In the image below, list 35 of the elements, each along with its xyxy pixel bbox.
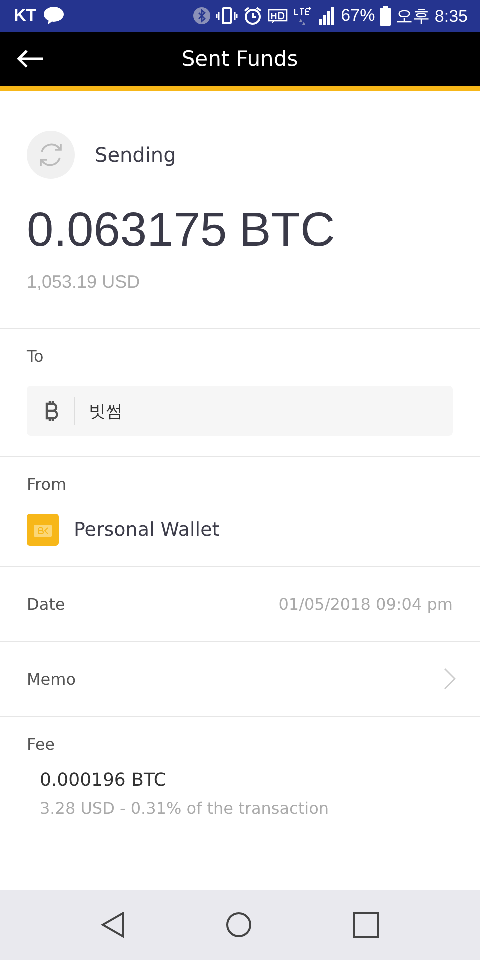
wallet-name: Personal Wallet — [74, 519, 220, 541]
chat-bubble-icon — [42, 6, 65, 26]
amount-value: 0.063175 — [27, 203, 228, 258]
vibrate-icon — [216, 7, 238, 25]
fee-amount: 0.000196 BTC — [40, 770, 168, 791]
triangle-back-icon — [100, 912, 125, 938]
clock: 오후 8:35 — [396, 6, 468, 28]
row-label: Date — [27, 594, 66, 614]
square-recents-icon — [353, 912, 380, 938]
bitcoin-icon — [44, 400, 60, 422]
section-label: To — [27, 347, 45, 366]
screen-title: Sent Funds — [180, 47, 300, 71]
signal-icon — [318, 6, 336, 26]
bluetooth-icon — [193, 7, 212, 25]
alarm-icon — [243, 6, 264, 26]
fiat-amount: 1,053.19 USD — [27, 272, 142, 293]
sync-icon — [27, 131, 75, 179]
lte-icon — [293, 6, 314, 26]
back-arrow-icon — [16, 49, 44, 69]
recipient-name: 빗썸 — [89, 400, 123, 422]
date-value: 01/05/2018 09:04 pm — [278, 594, 453, 614]
wallet-icon — [27, 514, 59, 546]
circle-home-icon — [226, 912, 252, 938]
section-label: From — [27, 475, 68, 494]
row-label: Memo — [27, 670, 76, 688]
chevron-right-icon — [444, 668, 456, 690]
fee-detail: 3.28 USD - 0.31% of the transaction — [40, 799, 330, 818]
battery-percent: 67% — [341, 6, 376, 26]
carrier-label: KT — [14, 6, 37, 26]
memo-row[interactable]: Memo — [0, 642, 480, 717]
amount-unit: BTC — [239, 203, 336, 258]
battery-icon — [380, 6, 392, 26]
status-label: Sending — [95, 143, 176, 167]
section-label: Fee — [27, 735, 56, 754]
hd-icon — [268, 8, 288, 24]
